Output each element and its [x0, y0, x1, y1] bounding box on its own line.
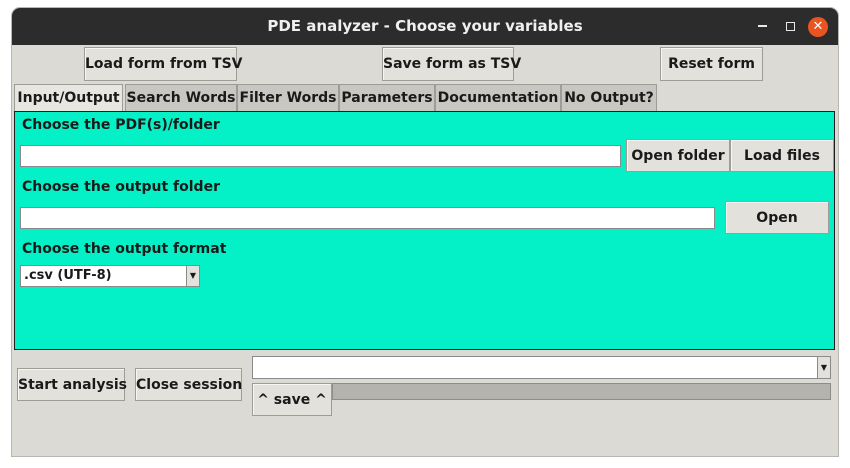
progress-bar — [332, 383, 831, 400]
save-button[interactable]: ^ save ^ — [252, 383, 332, 416]
minimize-icon — [757, 25, 767, 27]
tab-parameters[interactable]: Parameters — [339, 84, 435, 111]
output-format-value: .csv (UTF-8) — [24, 268, 112, 283]
chevron-down-icon[interactable]: ▼ — [817, 357, 830, 378]
pdf-folder-label: Choose the PDF(s)/folder — [22, 117, 220, 133]
tab-documentation[interactable]: Documentation — [435, 84, 561, 111]
tab-input-output[interactable]: Input/Output — [14, 84, 123, 113]
output-path-input[interactable] — [20, 207, 715, 229]
output-folder-label: Choose the output folder — [22, 179, 220, 195]
maximize-button[interactable] — [778, 8, 802, 45]
output-format-select[interactable]: .csv (UTF-8) ▼ — [20, 265, 200, 287]
maximize-icon — [785, 21, 795, 31]
chevron-down-icon[interactable]: ▼ — [186, 266, 199, 286]
save-form-button[interactable]: Save form as TSV — [382, 47, 521, 81]
window-title: PDE analyzer - Choose your variables — [267, 17, 583, 35]
close-icon: ✕ — [812, 19, 824, 34]
open-output-button[interactable]: Open — [725, 201, 829, 234]
load-form-button[interactable]: Load form from TSV — [84, 47, 243, 81]
title-bar[interactable]: PDE analyzer - Choose your variables ✕ — [12, 8, 838, 45]
close-window-button[interactable]: ✕ — [808, 17, 828, 37]
minimize-button[interactable] — [750, 8, 774, 45]
load-files-button[interactable]: Load files — [730, 139, 834, 172]
session-select[interactable]: ▼ — [252, 356, 831, 379]
close-session-button[interactable]: Close session — [135, 368, 242, 401]
tab-no-output[interactable]: No Output? — [561, 84, 657, 111]
start-analysis-button[interactable]: Start analysis — [17, 368, 127, 401]
output-format-label: Choose the output format — [22, 241, 227, 257]
tab-filter-words[interactable]: Filter Words — [237, 84, 339, 111]
app-window: PDE analyzer - Choose your variables ✕ L… — [12, 8, 838, 456]
reset-form-button[interactable]: Reset form — [660, 47, 763, 81]
input-output-panel: Choose the PDF(s)/folder Open folder Loa… — [14, 111, 835, 350]
tab-search-words[interactable]: Search Words — [125, 84, 237, 111]
open-folder-button[interactable]: Open folder — [626, 139, 730, 172]
pdf-path-input[interactable] — [20, 145, 621, 167]
